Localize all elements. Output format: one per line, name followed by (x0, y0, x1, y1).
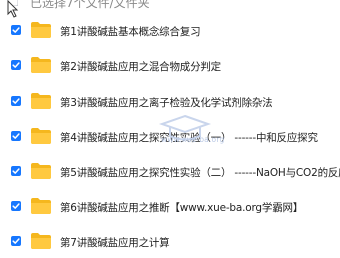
selection-count-label: 已选择7个文件/文件夹 (30, 0, 150, 10)
folder-icon (31, 163, 51, 179)
file-name[interactable]: 第3讲酸碱盐应用之离子检验及化学试剂除杂法 (60, 95, 273, 110)
file-row[interactable]: 第2讲酸碱盐应用之混合物成分判定 (0, 48, 340, 82)
file-row[interactable]: 第1讲酸碱盐基本概念综合复习 (0, 13, 340, 47)
watermark-logo-icon (158, 114, 212, 141)
file-row[interactable]: 第5讲酸碱盐应用之探究性实验（二） ------NaOH与CO2的反应 (0, 154, 340, 188)
file-name[interactable]: 第1讲酸碱盐基本概念综合复习 (60, 24, 201, 39)
checkbox-checked-icon[interactable] (11, 131, 21, 141)
selection-header: 已选择7个文件/文件夹 (0, 0, 340, 12)
folder-icon (31, 128, 51, 144)
checkbox-checked-icon[interactable] (11, 236, 21, 246)
folder-icon (31, 198, 51, 214)
checkbox-checked-icon[interactable] (11, 166, 21, 176)
file-name[interactable]: 第5讲酸碱盐应用之探究性实验（二） ------NaOH与CO2的反应 (60, 165, 340, 180)
folder-icon (31, 57, 51, 73)
file-row[interactable]: 第7讲酸碱盐应用之计算 (0, 224, 340, 258)
file-name[interactable]: 第7讲酸碱盐应用之计算 (60, 235, 170, 250)
file-row[interactable]: 第6讲酸碱盐应用之推断【www.xue-ba.org学霸网】 (0, 189, 340, 223)
watermark-text: www.xue-ba.org (161, 135, 225, 144)
folder-icon (31, 233, 51, 249)
checkbox-checked-icon[interactable] (11, 25, 21, 35)
checkbox-checked-icon[interactable] (11, 201, 21, 211)
folder-icon (31, 22, 51, 38)
checkbox-checked-icon[interactable] (11, 96, 21, 106)
file-name[interactable]: 第6讲酸碱盐应用之推断【www.xue-ba.org学霸网】 (60, 200, 303, 215)
checkbox-checked-icon[interactable] (11, 60, 21, 70)
file-name[interactable]: 第2讲酸碱盐应用之混合物成分判定 (60, 59, 221, 74)
folder-icon (31, 93, 51, 109)
